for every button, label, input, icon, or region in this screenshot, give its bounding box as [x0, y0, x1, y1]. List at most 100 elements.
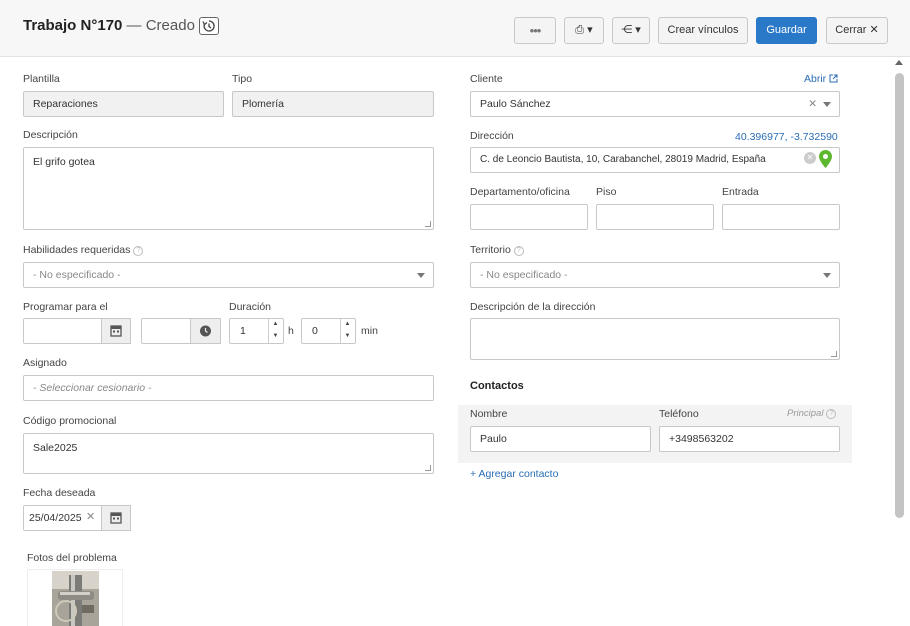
history-button[interactable]: [199, 17, 219, 35]
desired-date-value: 25/04/2025: [29, 512, 82, 524]
contact-phone-input[interactable]: +3498563202: [659, 426, 840, 452]
principal-text: Principal: [787, 408, 824, 419]
address-desc-label: Descripción de la dirección: [470, 301, 596, 313]
faucet-image: [52, 571, 99, 626]
entrance-label: Entrada: [722, 186, 759, 198]
calendar-icon: [110, 325, 122, 337]
desired-date-label: Fecha deseada: [23, 487, 96, 499]
map-pin-icon[interactable]: [819, 150, 832, 168]
minutes-stepper[interactable]: ▲ ▼: [340, 318, 354, 344]
resize-handle-icon[interactable]: [425, 221, 431, 227]
territory-select-value: - No especificado -: [480, 269, 568, 281]
clear-client-icon[interactable]: ✕: [808, 92, 817, 116]
help-icon[interactable]: ?: [133, 246, 144, 256]
stepper-up-icon[interactable]: ▲: [269, 318, 282, 330]
coordinates-link[interactable]: 40.396977, -3.732590: [735, 131, 838, 143]
scroll-up-icon[interactable]: [895, 60, 903, 65]
duration-label: Duración: [229, 301, 272, 313]
minutes-unit: min: [361, 325, 378, 337]
skills-select[interactable]: - No especificado -: [23, 262, 434, 288]
floor-input[interactable]: [596, 204, 714, 230]
stepper-down-icon[interactable]: ▼: [341, 330, 354, 342]
chevron-down-icon: [417, 273, 425, 278]
add-contact-link[interactable]: + Agregar contacto: [470, 468, 558, 480]
skills-label-text: Habilidades requeridas: [23, 244, 131, 256]
duration-hours-value: 1: [240, 325, 246, 337]
add-contact-text: + Agregar contacto: [470, 468, 559, 480]
stepper-down-icon[interactable]: ▼: [269, 330, 282, 342]
open-client-text: Abrir: [804, 73, 827, 85]
description-textarea[interactable]: El grifo gotea: [23, 147, 434, 230]
clear-date-icon[interactable]: ✕: [86, 510, 95, 523]
department-input[interactable]: [470, 204, 588, 230]
stepper-up-icon[interactable]: ▲: [341, 318, 354, 330]
chevron-down-icon: [823, 102, 831, 107]
create-links-button[interactable]: Crear vínculos: [658, 17, 748, 44]
job-status: — Creado: [126, 17, 195, 34]
type-field[interactable]: Plomería: [232, 91, 434, 117]
resize-handle-icon[interactable]: [831, 351, 837, 357]
header-bar: Trabajo N°170 — Creado ••• ⎙ ▾ ⋲ ▾ Crear…: [0, 0, 910, 57]
department-label: Departamento/oficina: [470, 186, 570, 198]
clock-icon: [200, 325, 211, 337]
clock-button[interactable]: [190, 318, 221, 344]
territory-label: Territorio?: [470, 244, 524, 256]
address-label: Dirección: [470, 130, 514, 142]
duration-minutes-value: 0: [312, 325, 318, 337]
close-button[interactable]: Cerrar ✕: [826, 17, 888, 44]
promo-textarea[interactable]: Sale2025: [23, 433, 434, 474]
description-label: Descripción: [23, 129, 78, 141]
problem-photo[interactable]: [52, 571, 99, 626]
floor-label: Piso: [596, 186, 617, 198]
open-client-link[interactable]: Abrir: [804, 73, 838, 85]
territory-label-text: Territorio: [470, 244, 511, 256]
chevron-down-icon: [823, 273, 831, 278]
assignee-placeholder: - Seleccionar cesionario -: [33, 382, 152, 394]
client-label: Cliente: [470, 73, 503, 85]
photos-label: Fotos del problema: [27, 552, 117, 564]
calendar-icon: [110, 512, 122, 524]
promo-text: Sale2025: [33, 442, 78, 454]
principal-header: Principal?: [787, 408, 837, 419]
help-icon[interactable]: ?: [826, 409, 837, 419]
share-button[interactable]: ⋲ ▾: [612, 17, 650, 44]
job-number: Trabajo N°170: [23, 17, 123, 34]
promo-label: Código promocional: [23, 415, 117, 427]
address-input[interactable]: C. de Leoncio Bautista, 10, Carabanchel,…: [470, 147, 840, 173]
schedule-label: Programar para el: [23, 301, 108, 313]
contact-name-input[interactable]: Paulo: [470, 426, 651, 452]
template-label: Plantilla: [23, 73, 60, 85]
client-value: Paulo Sánchez: [480, 98, 551, 110]
assignee-select[interactable]: - Seleccionar cesionario -: [23, 375, 434, 401]
contact-name-value: Paulo: [480, 433, 507, 445]
territory-select[interactable]: - No especificado -: [470, 262, 840, 288]
more-actions-button[interactable]: •••: [514, 17, 556, 44]
scrollbar-thumb[interactable]: [895, 73, 904, 518]
save-button[interactable]: Guardar: [756, 17, 817, 44]
clear-address-icon[interactable]: ✕: [804, 152, 816, 164]
contact-phone-header: Teléfono: [659, 408, 699, 420]
skills-select-value: - No especificado -: [33, 269, 121, 281]
hours-stepper[interactable]: ▲ ▼: [268, 318, 282, 344]
contact-phone-value: +3498563202: [669, 433, 734, 445]
resize-handle-icon[interactable]: [425, 465, 431, 471]
address-desc-textarea[interactable]: [470, 318, 840, 360]
template-field[interactable]: Reparaciones: [23, 91, 224, 117]
contacts-title: Contactos: [470, 380, 524, 392]
assigned-label: Asignado: [23, 357, 67, 369]
skills-label: Habilidades requeridas?: [23, 244, 144, 256]
hours-unit: h: [288, 325, 294, 337]
help-icon[interactable]: ?: [513, 246, 524, 256]
contact-name-header: Nombre: [470, 408, 508, 420]
address-value: C. de Leoncio Bautista, 10, Carabanchel,…: [480, 154, 766, 165]
type-label: Tipo: [232, 73, 253, 85]
description-text: El grifo gotea: [33, 156, 95, 168]
page-title: Trabajo N°170 — Creado: [23, 17, 195, 34]
client-select[interactable]: Paulo Sánchez ✕: [470, 91, 840, 117]
calendar-button[interactable]: [101, 505, 131, 531]
calendar-button[interactable]: [101, 318, 131, 344]
external-link-icon: [829, 74, 838, 83]
entrance-input[interactable]: [722, 204, 840, 230]
history-icon: [202, 20, 215, 32]
print-button[interactable]: ⎙ ▾: [564, 17, 604, 44]
